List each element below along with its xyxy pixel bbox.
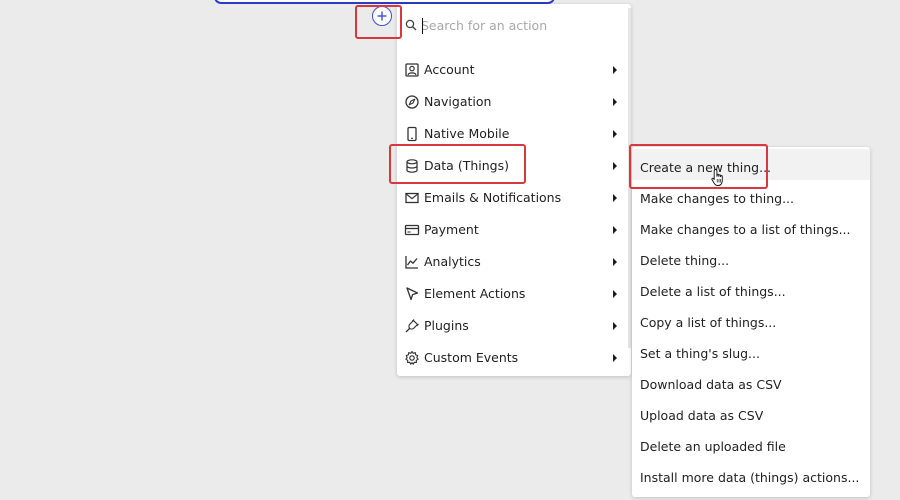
menu-item-custom-events[interactable]: Custom Events	[397, 342, 629, 374]
submenu-item-set-slug[interactable]: Set a thing's slug...	[632, 335, 870, 366]
plus-icon	[377, 11, 387, 21]
chart-icon	[405, 256, 418, 269]
chevron-right-icon	[613, 194, 617, 202]
menu-item-emails-notifications[interactable]: Emails & Notifications	[397, 182, 629, 214]
submenu-item-label: Delete thing...	[640, 253, 730, 268]
submenu-item-upload-csv[interactable]: Upload data as CSV	[632, 397, 870, 428]
action-search-input[interactable]	[421, 15, 621, 35]
submenu-item-label: Set a thing's slug...	[640, 346, 760, 361]
data-things-submenu: Create a new thing... Make changes to th…	[632, 147, 870, 497]
menu-item-label: Native Mobile	[424, 126, 510, 141]
chevron-right-icon	[613, 226, 617, 234]
chevron-right-icon	[613, 130, 617, 138]
menu-item-plugins[interactable]: Plugins	[397, 310, 629, 342]
hand-cursor-icon	[711, 169, 723, 186]
menu-item-element-actions[interactable]: Element Actions	[397, 278, 629, 310]
submenu-item-label: Make changes to thing...	[640, 191, 794, 206]
submenu-item-copy-list[interactable]: Copy a list of things...	[632, 304, 870, 335]
action-search-row	[397, 4, 631, 46]
menu-item-analytics[interactable]: Analytics	[397, 246, 629, 278]
submenu-item-install-more-actions[interactable]: Install more data (things) actions...	[632, 459, 870, 490]
gear-icon	[405, 350, 419, 365]
menu-item-data-things[interactable]: Data (Things)	[397, 150, 629, 182]
credit-card-icon	[404, 224, 420, 236]
submenu-item-label: Delete an uploaded file	[640, 439, 786, 454]
pointer-icon	[406, 287, 419, 301]
mail-icon	[405, 192, 419, 204]
compass-icon	[405, 95, 419, 109]
account-icon	[405, 63, 419, 77]
chevron-right-icon	[613, 290, 617, 298]
menu-item-navigation[interactable]: Navigation	[397, 86, 629, 118]
submenu-item-download-csv[interactable]: Download data as CSV	[632, 366, 870, 397]
mobile-icon	[407, 126, 417, 142]
chevron-right-icon	[613, 162, 617, 170]
submenu-item-label: Make changes to a list of things...	[640, 222, 851, 237]
submenu-item-delete-uploaded-file[interactable]: Delete an uploaded file	[632, 428, 870, 459]
text-caret	[422, 18, 423, 34]
plug-icon	[405, 319, 419, 333]
database-icon	[406, 159, 418, 173]
menu-item-label: Navigation	[424, 94, 492, 109]
submenu-item-create-new-thing[interactable]: Create a new thing...	[632, 149, 870, 180]
menu-item-label: Custom Events	[424, 350, 519, 365]
chevron-right-icon	[613, 354, 617, 362]
submenu-item-label: Download data as CSV	[640, 377, 782, 392]
menu-item-native-mobile[interactable]: Native Mobile	[397, 118, 629, 150]
action-category-menu: Account Navigation Native Mobile Data (T…	[397, 4, 631, 376]
submenu-item-label: Copy a list of things...	[640, 315, 777, 330]
submenu-item-label: Delete a list of things...	[640, 284, 786, 299]
menu-item-label: Emails & Notifications	[424, 190, 562, 205]
add-action-button[interactable]	[372, 6, 392, 26]
chevron-right-icon	[613, 322, 617, 330]
submenu-item-label: Upload data as CSV	[640, 408, 764, 423]
menu-item-payment[interactable]: Payment	[397, 214, 629, 246]
menu-item-label: Account	[424, 62, 475, 77]
search-icon	[405, 19, 417, 31]
menu-item-label: Payment	[424, 222, 479, 237]
submenu-item-make-changes-thing[interactable]: Make changes to thing...	[632, 180, 870, 211]
submenu-item-delete-thing[interactable]: Delete thing...	[632, 242, 870, 273]
menu-item-account[interactable]: Account	[397, 54, 629, 86]
submenu-item-delete-list[interactable]: Delete a list of things...	[632, 273, 870, 304]
chevron-right-icon	[613, 66, 617, 74]
menu-item-label: Data (Things)	[424, 158, 509, 173]
menu-item-label: Analytics	[424, 254, 481, 269]
menu-item-label: Plugins	[424, 318, 469, 333]
menu-item-label: Element Actions	[424, 286, 526, 301]
submenu-item-label: Create a new thing...	[640, 160, 772, 175]
chevron-right-icon	[613, 258, 617, 266]
submenu-item-label: Install more data (things) actions...	[640, 470, 860, 485]
submenu-item-make-changes-list[interactable]: Make changes to a list of things...	[632, 211, 870, 242]
chevron-right-icon	[613, 98, 617, 106]
